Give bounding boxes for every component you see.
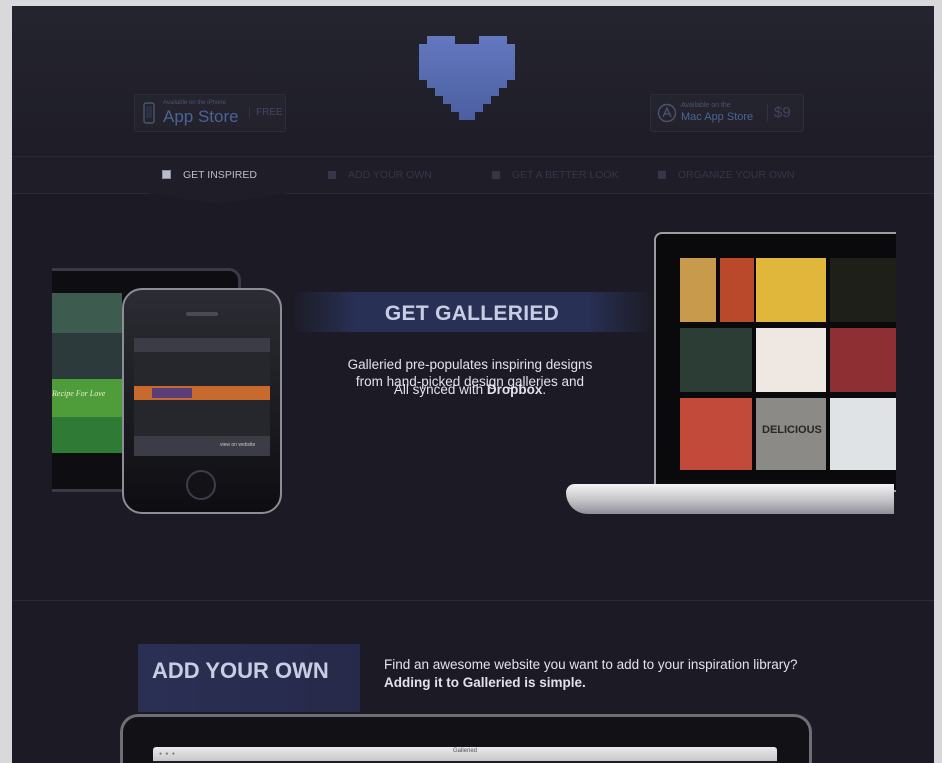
mac-app-store-badge-caption: Available on the xyxy=(681,102,731,109)
hero-synced-prefix: All synced with xyxy=(393,382,487,397)
nav-tab-label: ADD YOUR OWN xyxy=(348,169,432,181)
nav-active-pointer xyxy=(140,192,296,204)
feature-nav: GET INSPIRED ADD YOUR OWN GET A BETTER L… xyxy=(12,156,934,194)
laptop-device-image: DELICIOUS xyxy=(654,232,896,492)
header: Available on the iPhone App Store FREE A… xyxy=(12,6,934,158)
section-divider xyxy=(12,600,934,601)
iphone-device-image: view on website xyxy=(122,288,282,514)
browser-window-title: Galleried xyxy=(452,748,477,754)
iphone-home-button xyxy=(186,470,216,500)
nav-tab-label: GET INSPIRED xyxy=(183,169,257,181)
add-section-text: Find an awesome website you want to add … xyxy=(384,656,804,692)
hero-synced-suffix: . xyxy=(542,382,547,397)
organize-icon xyxy=(658,171,666,179)
nav-tab-organize-your-own[interactable]: ORGANIZE YOUR OWN xyxy=(658,157,794,193)
preview-icon xyxy=(492,171,500,179)
dropbox-text: Dropbox xyxy=(486,382,543,397)
add-section-title: ADD YOUR OWN xyxy=(152,658,329,683)
app-store-badge[interactable]: Available on the iPhone App Store FREE xyxy=(134,94,286,132)
mac-app-store-badge[interactable]: Available on the Mac App Store $9 xyxy=(650,94,804,132)
app-store-badge-caption: Available on the iPhone xyxy=(163,100,226,106)
add-section-text-strong: Adding it to Galleried is simple. xyxy=(384,675,586,690)
iphone-speaker xyxy=(186,312,218,316)
plus-icon xyxy=(328,171,336,179)
iphone-screen-link: view on website xyxy=(220,442,256,448)
mac-app-store-badge-price: $9 xyxy=(767,104,791,121)
laptop-screen: DELICIOUS xyxy=(680,258,896,470)
nav-tab-add-your-own[interactable]: ADD YOUR OWN xyxy=(328,157,432,193)
laptop-tile-text: DELICIOUS xyxy=(762,424,822,436)
ipad-screen-text: Recipe For Love xyxy=(52,389,106,398)
app-store-badge-title: App Store xyxy=(163,107,239,126)
page: Available on the iPhone App Store FREE A… xyxy=(12,6,934,763)
ipad-screen: Recipe For Love xyxy=(52,293,122,453)
heart-logo-icon xyxy=(419,36,515,120)
inspire-icon xyxy=(162,170,171,179)
mac-app-store-icon xyxy=(657,103,677,123)
nav-tab-label: ORGANIZE YOUR OWN xyxy=(678,169,795,181)
mac-app-store-badge-title: Mac App Store xyxy=(681,111,754,123)
hero-synced-text: All synced with Dropbox. xyxy=(310,382,630,397)
app-store-badge-price: FREE xyxy=(249,107,283,118)
nav-tab-label: GET A BETTER LOOK xyxy=(512,169,619,181)
add-section-text-plain: Find an awesome website you want to add … xyxy=(384,657,798,672)
browser-titlebar: ● ● ● Galleried xyxy=(153,747,777,761)
hero-text-line1: Galleried pre-populates inspiring design… xyxy=(347,357,593,372)
nav-tab-get-a-better-look[interactable]: GET A BETTER LOOK xyxy=(492,157,619,193)
iphone-icon xyxy=(143,102,155,124)
laptop-base xyxy=(566,484,894,514)
iphone-screen: view on website xyxy=(134,338,270,456)
nav-tab-get-inspired[interactable]: GET INSPIRED xyxy=(162,157,257,193)
hero-title: GET GALLERIED xyxy=(384,302,560,325)
monitor-device-image: ● ● ● Galleried xyxy=(120,714,812,763)
